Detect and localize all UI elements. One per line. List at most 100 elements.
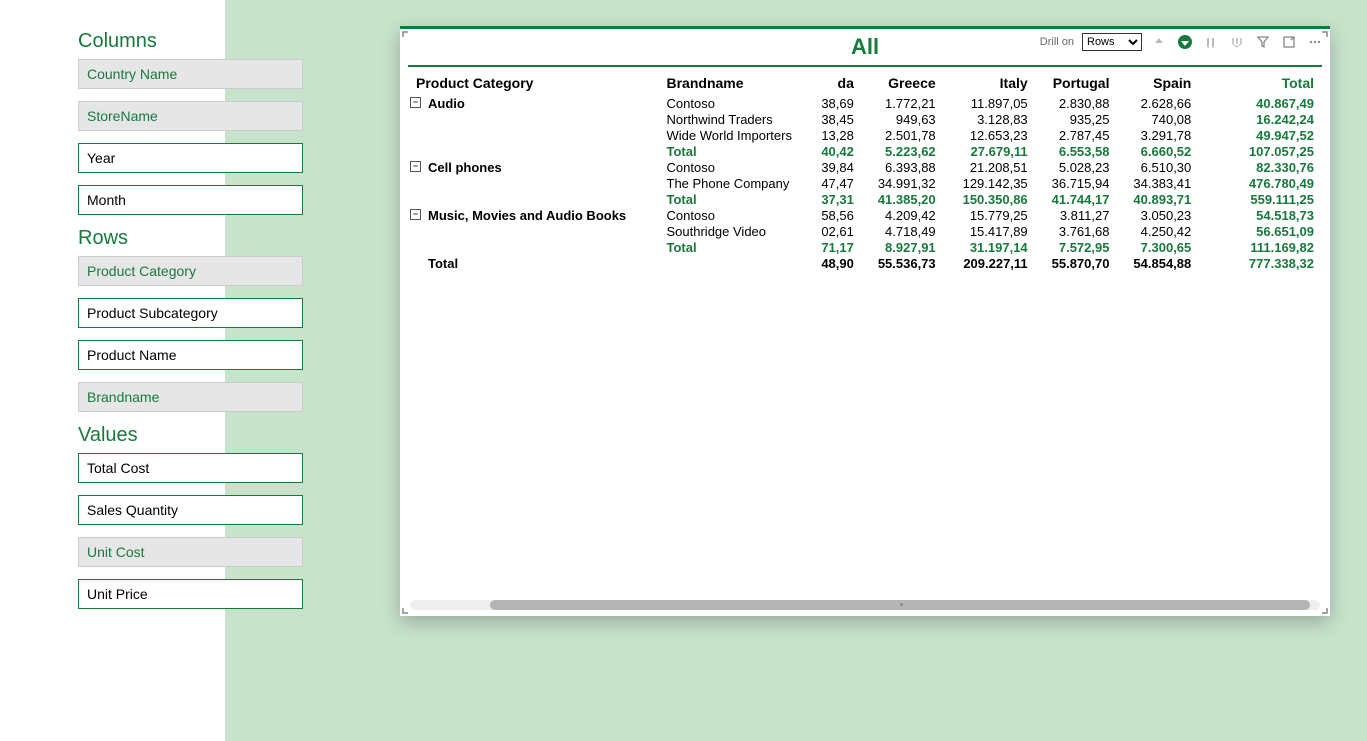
horizontal-scrollbar[interactable] xyxy=(410,600,1320,610)
table-row[interactable]: Southridge Video02,614.718,4915.417,893.… xyxy=(410,223,1320,239)
cell-total: 107.057,25 xyxy=(1197,143,1320,159)
cell-italy: 129.142,35 xyxy=(942,175,1034,191)
cell-spain: 2.628,66 xyxy=(1115,95,1197,111)
table-row[interactable]: Total48,9055.536,73209.227,1155.870,7054… xyxy=(410,255,1320,271)
table-row[interactable]: −Cell phonesContoso39,846.393,8821.208,5… xyxy=(410,159,1320,175)
cell-portugal: 7.572,95 xyxy=(1034,239,1116,255)
table-row[interactable]: −Music, Movies and Audio BooksContoso58,… xyxy=(410,207,1320,223)
col-brandname[interactable]: Brandname xyxy=(661,71,814,95)
field-sales-quantity[interactable]: Sales Quantity xyxy=(78,495,303,525)
cell-da: 38,45 xyxy=(814,111,860,127)
cell-greece: 8.927,91 xyxy=(860,239,942,255)
cell-total: 54.518,73 xyxy=(1197,207,1320,223)
field-unit-price[interactable]: Unit Price xyxy=(78,579,303,609)
cell-da: 47,47 xyxy=(814,175,860,191)
brand-label: Contoso xyxy=(661,207,814,223)
cell-portugal: 5.028,23 xyxy=(1034,159,1116,175)
table-row[interactable]: −AudioContoso38,691.772,2111.897,052.830… xyxy=(410,95,1320,111)
brand-label: Total xyxy=(661,191,814,207)
field-country-name[interactable]: Country Name xyxy=(78,59,303,89)
col-da[interactable]: da xyxy=(814,71,860,95)
col-product-category[interactable]: Product Category xyxy=(410,71,661,95)
cell-italy: 15.779,25 xyxy=(942,207,1034,223)
cell-portugal: 2.787,45 xyxy=(1034,127,1116,143)
horizontal-scrollbar-thumb[interactable] xyxy=(490,600,1310,610)
brand-label: Contoso xyxy=(661,159,814,175)
cell-greece: 4.209,42 xyxy=(860,207,942,223)
cell-da: 39,84 xyxy=(814,159,860,175)
cell-italy: 209.227,11 xyxy=(942,255,1034,271)
cell-greece: 34.991,32 xyxy=(860,175,942,191)
field-well-panel: Columns Country NameStoreNameYearMonth R… xyxy=(0,0,225,741)
drill-on-select[interactable]: Rows xyxy=(1082,33,1142,51)
col-italy[interactable]: Italy xyxy=(942,71,1034,95)
cell-italy: 15.417,89 xyxy=(942,223,1034,239)
cell-total: 40.867,49 xyxy=(1197,95,1320,111)
cell-spain: 740,08 xyxy=(1115,111,1197,127)
cell-greece: 6.393,88 xyxy=(860,159,942,175)
drill-up-icon[interactable] xyxy=(1150,33,1168,51)
cell-italy: 150.350,86 xyxy=(942,191,1034,207)
cell-greece: 2.501,78 xyxy=(860,127,942,143)
cell-spain: 4.250,42 xyxy=(1115,223,1197,239)
col-greece[interactable]: Greece xyxy=(860,71,942,95)
cell-da: 58,56 xyxy=(814,207,860,223)
cell-da: 37,31 xyxy=(814,191,860,207)
table-row[interactable]: The Phone Company47,4734.991,32129.142,3… xyxy=(410,175,1320,191)
cell-spain: 3.050,23 xyxy=(1115,207,1197,223)
brand-label: Southridge Video xyxy=(661,223,814,239)
field-unit-cost[interactable]: Unit Cost xyxy=(78,537,303,567)
field-storename[interactable]: StoreName xyxy=(78,101,303,131)
col-total[interactable]: Total xyxy=(1197,71,1320,95)
matrix-header: All Drill on Rows xyxy=(400,29,1330,65)
table-row[interactable]: Total71,178.927,9131.197,147.572,957.300… xyxy=(410,239,1320,255)
cell-spain: 6.510,30 xyxy=(1115,159,1197,175)
table-row[interactable]: Total37,3141.385,20150.350,8641.744,1740… xyxy=(410,191,1320,207)
table-row[interactable]: Northwind Traders38,45949,633.128,83935,… xyxy=(410,111,1320,127)
col-spain[interactable]: Spain xyxy=(1115,71,1197,95)
field-product-subcategory[interactable]: Product Subcategory xyxy=(78,298,303,328)
field-brandname[interactable]: Brandname xyxy=(78,382,303,412)
cell-spain: 40.893,71 xyxy=(1115,191,1197,207)
cell-italy: 3.128,83 xyxy=(942,111,1034,127)
table-row[interactable]: Total40,425.223,6227.679,116.553,586.660… xyxy=(410,143,1320,159)
focus-mode-icon[interactable] xyxy=(1280,33,1298,51)
cell-total: 82.330,76 xyxy=(1197,159,1320,175)
field-month[interactable]: Month xyxy=(78,185,303,215)
columns-section-title: Columns xyxy=(78,30,225,53)
cell-italy: 21.208,51 xyxy=(942,159,1034,175)
brand-label: The Phone Company xyxy=(661,175,814,191)
collapse-toggle-icon[interactable]: − xyxy=(410,161,421,172)
cell-da: 48,90 xyxy=(814,255,860,271)
collapse-toggle-icon[interactable]: − xyxy=(410,209,421,220)
col-portugal[interactable]: Portugal xyxy=(1034,71,1116,95)
category-label: Total xyxy=(428,256,458,271)
expand-all-icon[interactable] xyxy=(1228,33,1246,51)
cell-da: 13,28 xyxy=(814,127,860,143)
field-year[interactable]: Year xyxy=(78,143,303,173)
more-options-icon[interactable] xyxy=(1306,33,1324,51)
cell-portugal: 36.715,94 xyxy=(1034,175,1116,191)
table-row[interactable]: Wide World Importers13,282.501,7812.653,… xyxy=(410,127,1320,143)
cell-da: 71,17 xyxy=(814,239,860,255)
cell-spain: 34.383,41 xyxy=(1115,175,1197,191)
field-product-category[interactable]: Product Category xyxy=(78,256,303,286)
matrix-visual[interactable]: All Drill on Rows xyxy=(400,26,1330,616)
cell-total: 476.780,49 xyxy=(1197,175,1320,191)
cell-portugal: 41.744,17 xyxy=(1034,191,1116,207)
cell-total: 56.651,09 xyxy=(1197,223,1320,239)
drill-down-icon[interactable] xyxy=(1176,33,1194,51)
cell-spain: 54.854,88 xyxy=(1115,255,1197,271)
collapse-toggle-icon[interactable]: − xyxy=(410,97,421,108)
field-total-cost[interactable]: Total Cost xyxy=(78,453,303,483)
cell-greece: 1.772,21 xyxy=(860,95,942,111)
field-product-name[interactable]: Product Name xyxy=(78,340,303,370)
matrix-table: Product Category Brandname da Greece Ita… xyxy=(410,71,1320,271)
cell-spain: 7.300,65 xyxy=(1115,239,1197,255)
filter-icon[interactable] xyxy=(1254,33,1272,51)
expand-next-level-icon[interactable] xyxy=(1202,33,1220,51)
cell-greece: 55.536,73 xyxy=(860,255,942,271)
cell-portugal: 6.553,58 xyxy=(1034,143,1116,159)
cell-italy: 12.653,23 xyxy=(942,127,1034,143)
cell-italy: 11.897,05 xyxy=(942,95,1034,111)
